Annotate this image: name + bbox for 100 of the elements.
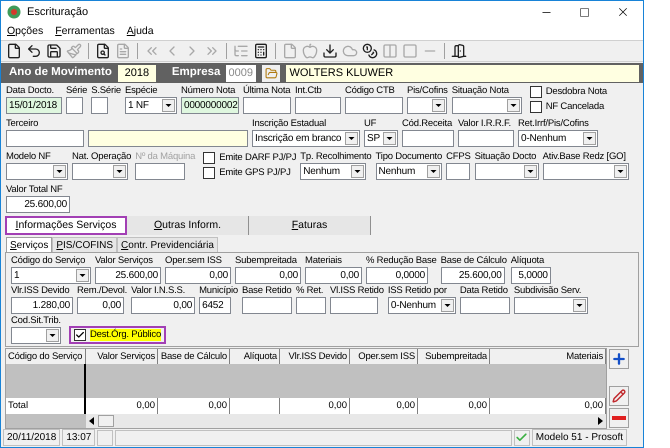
input-field[interactable]	[242, 97, 291, 114]
file-search-icon[interactable]	[95, 43, 111, 59]
column-header[interactable]: Vlr.ISS Devido	[280, 349, 350, 364]
dropdown[interactable]: 0-Nenhum	[388, 297, 456, 314]
company-label: Empresa	[172, 65, 220, 80]
checkbox[interactable]	[74, 329, 86, 341]
checkbox-label: Emite DARF PJ/PJ	[219, 152, 296, 164]
input-field[interactable]	[91, 97, 108, 114]
field-label: % Ret.	[296, 285, 324, 297]
field-label: Vl.ISS Retido	[330, 285, 384, 297]
tab[interactable]: Outras Inform.	[127, 216, 249, 235]
minus-icon	[612, 416, 626, 420]
dropdown[interactable]: Inscrição em branco	[252, 130, 360, 147]
input-field[interactable]	[66, 97, 83, 114]
scroll-thumb[interactable]	[98, 415, 114, 427]
checkbox[interactable]	[203, 167, 216, 179]
field-label: Tipo Documento	[376, 151, 442, 163]
coins-icon[interactable]	[362, 43, 378, 59]
field-label: Materiais	[305, 255, 343, 267]
input-field[interactable]: 6452	[199, 297, 232, 314]
input-field[interactable]: 0,00	[165, 267, 231, 284]
field-label: S.Série	[91, 85, 121, 97]
column-header[interactable]: Valor Serviços	[86, 349, 158, 364]
input-field[interactable]	[135, 163, 186, 180]
file-icon[interactable]	[6, 43, 22, 59]
input-field[interactable]	[242, 297, 292, 314]
dropdown[interactable]	[406, 97, 447, 114]
input-field[interactable]: 15/01/2018	[6, 97, 62, 114]
dropdown[interactable]	[514, 297, 588, 314]
field-label: Data Docto.	[6, 85, 55, 97]
dropdown[interactable]: 1 NF	[124, 97, 177, 114]
menu-item[interactable]: Ferramentas	[55, 24, 115, 40]
input-field[interactable]	[330, 297, 378, 314]
remove-button[interactable]	[609, 408, 629, 428]
dropdown[interactable]	[6, 163, 68, 180]
company-name-field[interactable]: WOLTERS KLUWER	[286, 64, 639, 82]
input-field[interactable]: 0,00	[77, 297, 124, 314]
dropdown[interactable]: Nenhum	[376, 163, 442, 180]
tab[interactable]: PIS/COFINS	[52, 237, 118, 252]
tab[interactable]: Serviços	[6, 237, 52, 252]
input-field[interactable]: 1.280,00	[11, 297, 73, 314]
dropdown[interactable]: 0-Nenhum	[518, 130, 598, 147]
checkbox[interactable]	[203, 152, 216, 164]
menu-item[interactable]: Ajuda	[126, 24, 154, 40]
column-header[interactable]: Alíquota	[230, 349, 280, 364]
menu-item[interactable]: Opções	[7, 24, 44, 40]
tab[interactable]: Contr. Previdenciária	[117, 237, 218, 252]
input-field[interactable]	[460, 297, 510, 314]
input-field[interactable]: 0,0000	[366, 267, 428, 284]
column-header[interactable]: Subempreitada	[418, 349, 490, 364]
save-icon[interactable]	[46, 43, 62, 59]
input-field[interactable]: 5,0000	[510, 267, 551, 284]
dropdown[interactable]: Nenhum	[300, 163, 366, 180]
column-header[interactable]: Base de Cálculo	[158, 349, 230, 364]
input-field[interactable]: 0000000002	[180, 97, 239, 114]
input-field[interactable]	[458, 130, 514, 147]
field-label: Espécie	[124, 85, 158, 97]
input-field[interactable]: 25.600,00	[440, 267, 505, 284]
input-field[interactable]	[402, 130, 454, 147]
input-field[interactable]	[344, 97, 403, 114]
tab[interactable]: Informações Serviços	[5, 216, 127, 235]
dropdown[interactable]	[452, 97, 522, 114]
edit-button[interactable]	[609, 386, 629, 406]
scroll-bar[interactable]	[6, 414, 606, 428]
dropdown[interactable]: 1	[11, 267, 91, 284]
field-label: Rem./Devol.	[77, 285, 128, 297]
download-icon[interactable]	[322, 43, 338, 59]
checkbox-label: Dest.Órg. Público	[90, 329, 162, 341]
checkbox[interactable]	[530, 86, 542, 98]
field-label: Terceiro	[6, 118, 40, 130]
dropdown[interactable]	[542, 163, 629, 180]
dropdown[interactable]	[11, 327, 61, 344]
field-label: Número Nota	[180, 85, 236, 97]
input-field[interactable]	[88, 130, 248, 147]
year-field[interactable]: 2018	[118, 64, 156, 82]
maximize-icon[interactable]	[579, 6, 590, 18]
input-field[interactable]	[296, 297, 326, 314]
input-field[interactable]: 25.600,00	[6, 196, 70, 213]
input-field[interactable]	[6, 130, 84, 147]
input-field[interactable]: 0,00	[131, 297, 196, 314]
dropdown[interactable]	[474, 163, 539, 180]
column-header[interactable]: Código do Serviço	[6, 349, 86, 364]
tab[interactable]: Faturas	[249, 216, 371, 235]
calculator-icon[interactable]	[253, 43, 269, 59]
year-label: Ano de Movimento	[8, 65, 112, 80]
column-header[interactable]: Materiais	[490, 349, 606, 364]
field-label: Valor Total NF	[6, 184, 64, 196]
input-field[interactable]	[294, 97, 341, 114]
column-header[interactable]: Oper.sem ISS	[350, 349, 418, 364]
folder-button[interactable]	[262, 64, 280, 82]
input-field[interactable]: 0,00	[305, 267, 362, 284]
input-field[interactable]: 25.600,00	[95, 267, 161, 284]
door-icon[interactable]	[451, 43, 467, 59]
undo-icon[interactable]	[26, 43, 42, 59]
dropdown[interactable]: SP	[364, 130, 398, 147]
input-field[interactable]	[446, 163, 470, 180]
input-field[interactable]: 0,00	[235, 267, 301, 284]
add-button[interactable]	[609, 349, 629, 369]
dropdown[interactable]	[72, 163, 128, 180]
checkbox[interactable]	[530, 101, 542, 113]
